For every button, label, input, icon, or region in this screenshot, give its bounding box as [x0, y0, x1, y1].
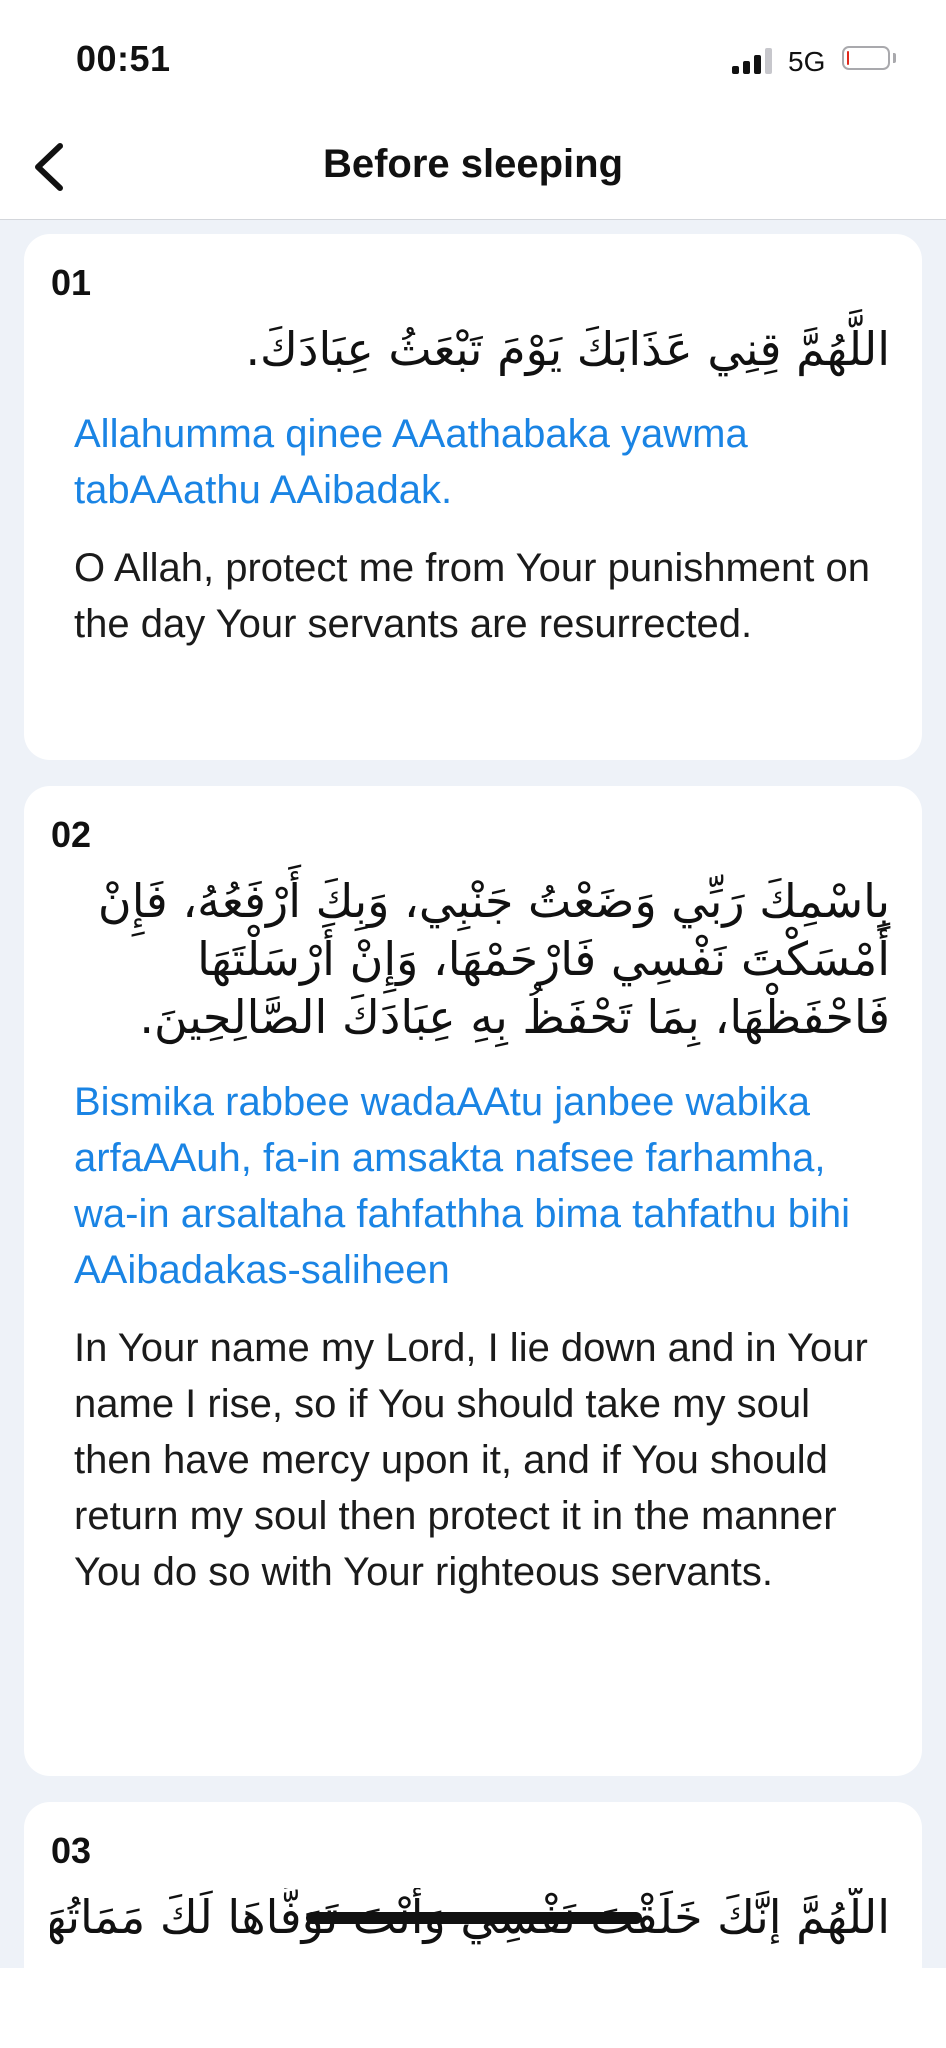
dua-card: 03 اللَّهُمَّ إِنَّكَ خَلَقْتَ نَفْسِي و… [24, 1802, 922, 1968]
dua-translation: In Your name my Lord, I lie down and in … [74, 1326, 868, 1594]
dua-arabic-text: بِاسْمِكَ رَبِّي وَضَعْتُ جَنْبِي، وَبِك… [97, 874, 890, 1044]
cellular-signal-icon [732, 48, 776, 74]
dua-arabic-text: اللَّهُمَّ قِنِي عَذَابَكَ يَوْمَ تَبْعَ… [245, 322, 890, 376]
status-time: 00:51 [76, 38, 171, 79]
dua-translation: O Allah, protect me from Your punishment… [74, 546, 870, 646]
battery-icon [842, 46, 890, 70]
dua-card: 02 بِاسْمِكَ رَبِّي وَضَعْتُ جَنْبِي، وَ… [24, 786, 922, 1776]
dua-number: 01 [51, 262, 92, 303]
dua-number: 03 [51, 1830, 92, 1871]
battery-cap [893, 53, 896, 63]
home-indicator[interactable] [306, 1912, 642, 1924]
dua-card: 01 اللَّهُمَّ قِنِي عَذَابَكَ يَوْمَ تَب… [24, 234, 922, 760]
navigation-bar: Before sleeping [0, 118, 946, 220]
dua-number: 02 [51, 814, 92, 855]
status-bar: 00:51 5G [0, 0, 946, 118]
dua-transliteration: Allahumma qinee AAathabaka yawma tabAAat… [74, 412, 748, 512]
dua-transliteration: Bismika rabbee wadaAAtu janbee wabika ar… [74, 1080, 851, 1292]
dua-list[interactable]: 01 اللَّهُمَّ قِنِي عَذَابَكَ يَوْمَ تَب… [0, 220, 946, 1968]
home-indicator-area [0, 1968, 946, 2048]
battery-level [847, 51, 849, 65]
network-type: 5G [788, 46, 826, 77]
page-title: Before sleeping [322, 142, 624, 186]
